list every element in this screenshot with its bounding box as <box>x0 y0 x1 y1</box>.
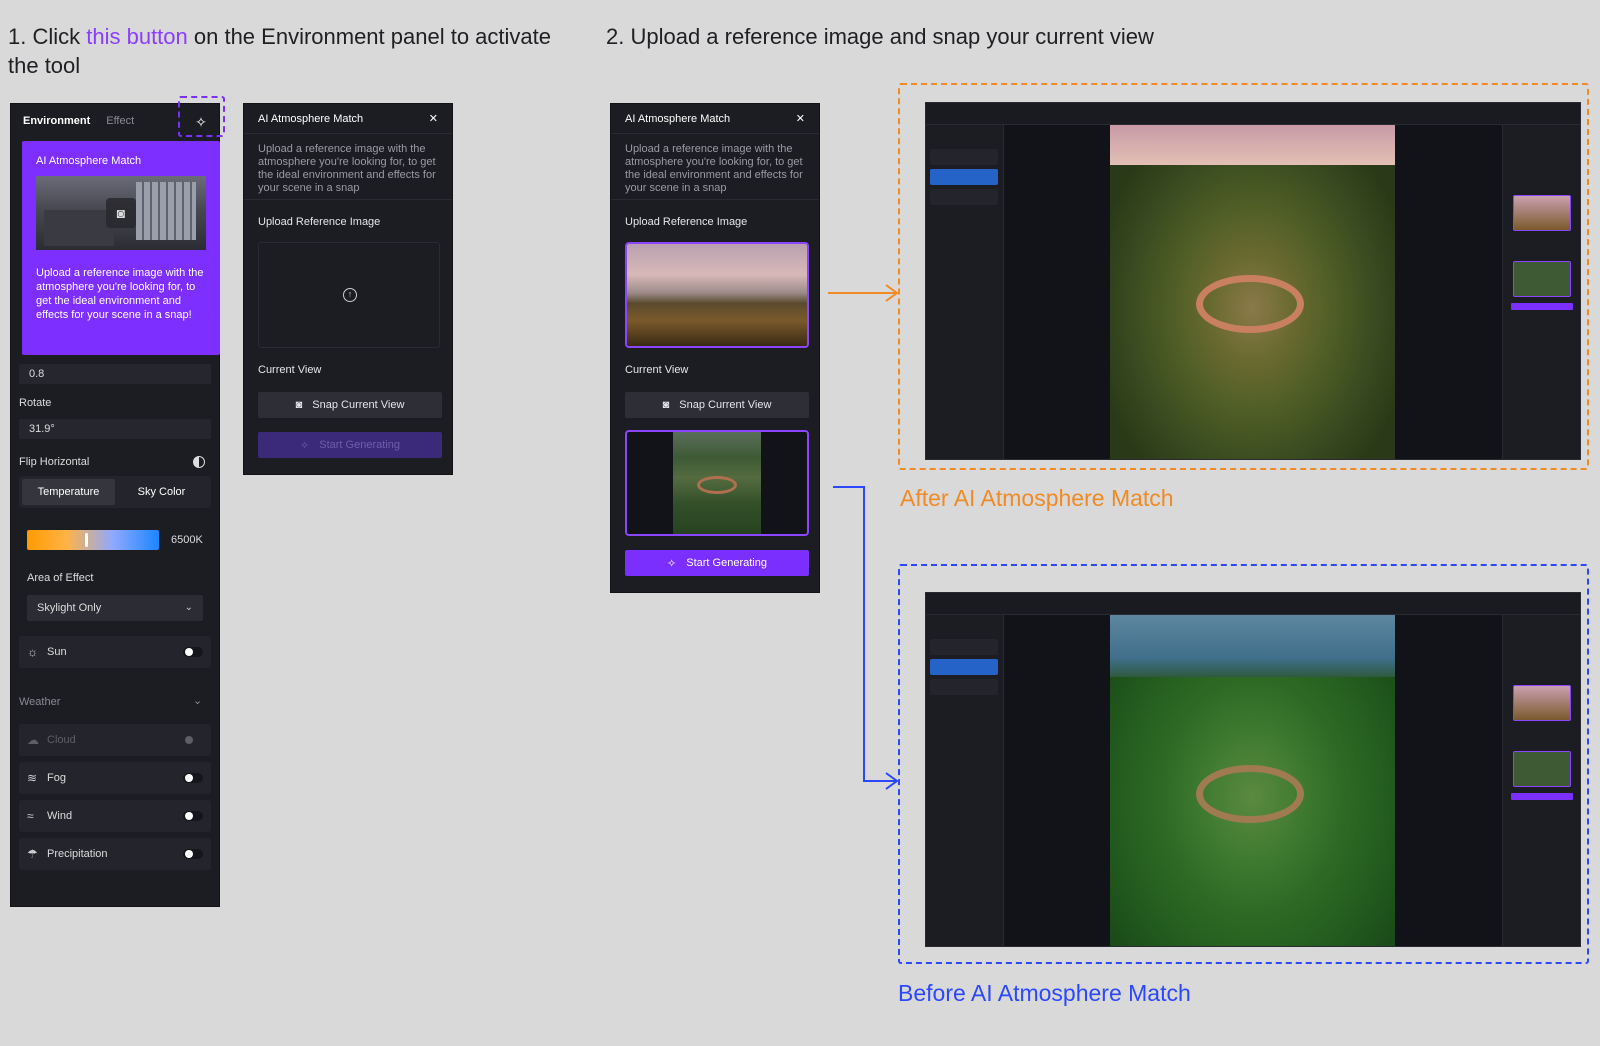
blue-arrow <box>833 486 899 790</box>
caption-before: Before AI Atmosphere Match <box>898 980 1191 1006</box>
caption-after: After AI Atmosphere Match <box>900 485 1174 511</box>
flow-arrows <box>828 284 899 790</box>
orange-arrow <box>828 284 899 302</box>
camera-icon: ◙ <box>106 198 136 228</box>
